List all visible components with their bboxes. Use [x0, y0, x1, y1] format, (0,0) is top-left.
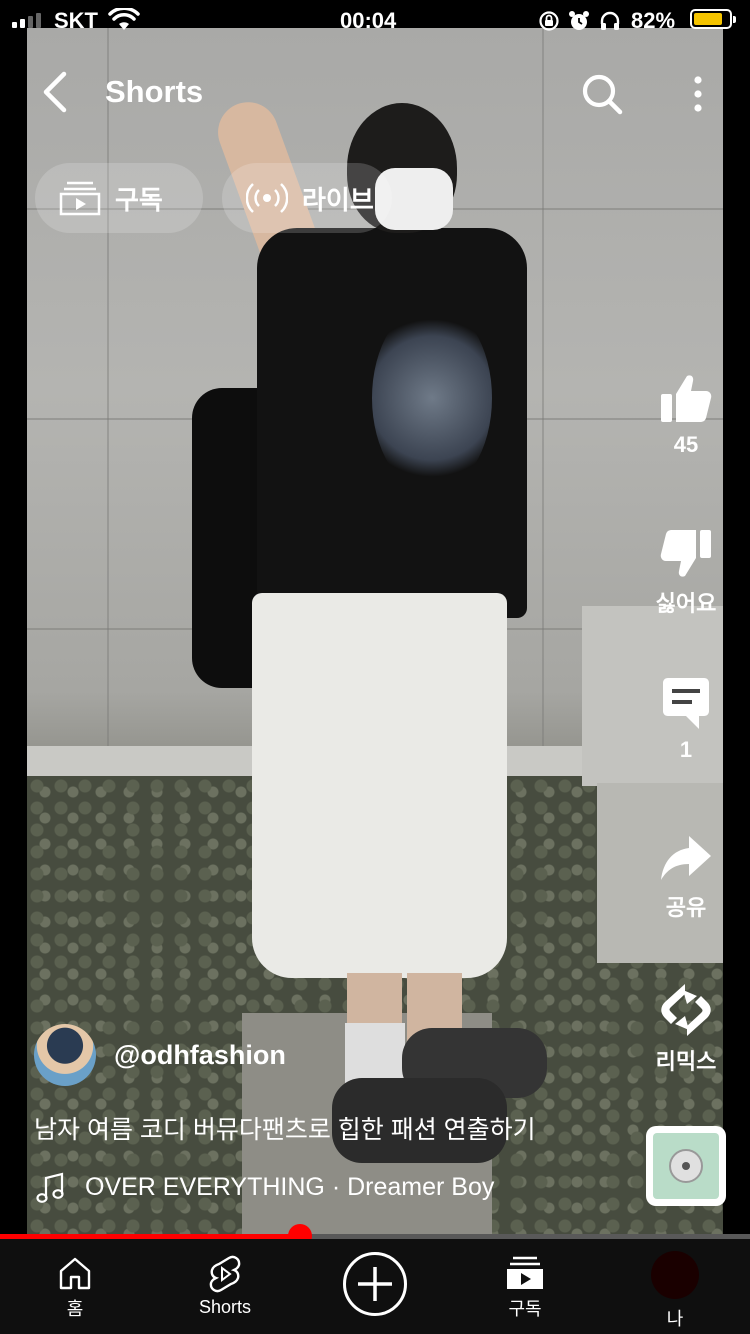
remix-icon — [661, 984, 711, 1036]
cellular-signal-icon — [12, 13, 41, 28]
bottom-navigation: 홈 Shorts 구독 나 — [0, 1239, 750, 1334]
clock-time: 00:04 — [340, 8, 397, 33]
share-label: 공유 — [665, 895, 707, 920]
shorts-icon — [209, 1255, 241, 1293]
share-button[interactable]: 공유 — [650, 834, 722, 922]
home-icon — [59, 1257, 91, 1290]
page-title: Shorts — [105, 74, 204, 109]
nav-home-label: 홈 — [66, 1299, 84, 1319]
like-button[interactable]: 45 — [650, 372, 722, 458]
nav-home[interactable]: 홈 — [0, 1239, 150, 1334]
subscriptions-icon — [59, 181, 101, 216]
video-description[interactable]: 남자 여름 코디 버뮤다팬츠로 힙한 패션 연출하기 — [34, 1110, 634, 1146]
sound-thumbnail[interactable] — [646, 1126, 726, 1206]
remix-button[interactable]: 리믹스 — [650, 982, 722, 1076]
battery-icon — [690, 9, 736, 29]
battery-percent: 82% — [631, 8, 676, 33]
alarm-icon — [569, 11, 589, 30]
headphones-icon — [600, 11, 620, 30]
nav-you[interactable]: 나 — [600, 1239, 750, 1334]
cd-disc-icon — [669, 1149, 703, 1183]
nav-shorts-label: Shorts — [198, 1297, 252, 1317]
dislike-button[interactable]: 싫어요 — [650, 526, 722, 618]
create-plus-icon — [358, 1267, 392, 1301]
nav-shorts[interactable]: Shorts — [150, 1239, 300, 1334]
wall-seam — [542, 28, 544, 758]
create-button[interactable] — [343, 1252, 407, 1316]
wifi-icon — [108, 8, 140, 30]
rotation-lock-icon — [539, 11, 559, 31]
thumbs-down-icon — [660, 530, 711, 577]
music-track[interactable]: OVER EVERYTHING · Dreamer Boy — [85, 1173, 494, 1202]
shirt-print — [372, 303, 492, 493]
comment-count: 1 — [679, 737, 693, 762]
dislike-label: 싫어요 — [655, 591, 717, 616]
profile-avatar — [651, 1251, 699, 1299]
status-bar: SKT 00:04 82% — [0, 0, 750, 40]
nav-subscriptions-label: 구독 — [508, 1299, 542, 1319]
wall-seam — [107, 28, 109, 758]
more-options-icon[interactable] — [686, 72, 710, 116]
like-count: 45 — [673, 432, 699, 457]
search-icon[interactable] — [580, 72, 624, 116]
thumbs-up-icon — [661, 375, 712, 422]
share-arrow-icon — [661, 836, 711, 880]
channel-handle[interactable]: @odhfashion — [114, 1040, 286, 1071]
album-art — [653, 1133, 719, 1199]
nav-subscriptions[interactable]: 구독 — [450, 1239, 600, 1334]
comment-icon — [663, 678, 709, 729]
carrier-name: SKT — [54, 8, 98, 33]
subscriptions-chip[interactable]: 구독 — [35, 163, 203, 233]
nav-you-label: 나 — [666, 1309, 684, 1329]
back-chevron-icon[interactable] — [40, 70, 72, 114]
remix-label: 리믹스 — [655, 1049, 717, 1074]
channel-avatar[interactable] — [34, 1024, 96, 1086]
comments-button[interactable]: 1 — [650, 677, 722, 763]
battery-fill — [694, 13, 722, 25]
live-chip-label: 라이브 — [302, 184, 374, 215]
live-broadcast-icon — [246, 183, 288, 213]
music-note-icon — [36, 1172, 64, 1203]
subscriptions-icon — [507, 1256, 543, 1289]
white-shorts — [252, 593, 507, 978]
subscriptions-chip-label: 구독 — [115, 184, 163, 215]
live-chip[interactable]: 라이브 — [222, 163, 392, 233]
shorts-screen: SKT 00:04 82% Shorts 구독 라이브 45 싫어요 1 공유 … — [0, 0, 750, 1334]
